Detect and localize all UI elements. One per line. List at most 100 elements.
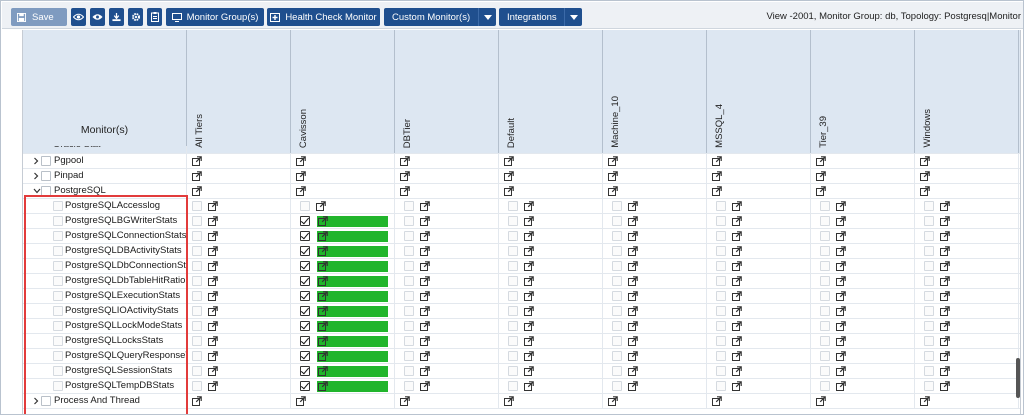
tier-checkbox[interactable] [924,306,934,316]
tier-checkbox[interactable] [404,201,414,211]
tier-checkbox[interactable] [820,276,830,286]
tier-checkbox[interactable] [612,351,622,361]
external-link-icon[interactable] [732,261,742,271]
row-checkbox[interactable] [53,366,63,376]
external-link-icon[interactable] [940,366,950,376]
tier-checkbox[interactable] [924,366,934,376]
tier-checkbox[interactable] [300,321,310,331]
external-link-icon[interactable] [208,291,218,301]
external-link-icon[interactable] [400,186,410,196]
external-link-icon[interactable] [920,396,930,406]
external-link-icon[interactable] [940,216,950,226]
external-link-icon[interactable] [192,396,202,406]
external-link-icon[interactable] [504,156,514,166]
external-link-icon[interactable] [208,261,218,271]
tier-checkbox[interactable] [192,336,202,346]
external-link-icon[interactable] [608,171,618,181]
external-link-icon[interactable] [318,351,328,361]
row-checkbox[interactable] [53,351,63,361]
external-link-icon[interactable] [628,216,638,226]
external-link-icon[interactable] [836,201,846,211]
external-link-icon[interactable] [208,306,218,316]
tier-checkbox[interactable] [820,231,830,241]
tier-checkbox[interactable] [508,246,518,256]
external-link-icon[interactable] [420,216,430,226]
external-link-icon[interactable] [628,336,638,346]
tier-checkbox[interactable] [404,381,414,391]
external-link-icon[interactable] [940,276,950,286]
external-link-icon[interactable] [628,246,638,256]
external-link-icon[interactable] [940,381,950,391]
external-link-icon[interactable] [816,186,826,196]
row-checkbox[interactable] [53,201,63,211]
external-link-icon[interactable] [318,216,328,226]
tier-checkbox[interactable] [508,261,518,271]
external-link-icon[interactable] [318,321,328,331]
clipboard-icon[interactable] [147,8,162,26]
tier-checkbox[interactable] [508,291,518,301]
external-link-icon[interactable] [732,381,742,391]
tier-checkbox[interactable] [192,306,202,316]
external-link-icon[interactable] [318,381,328,391]
external-link-icon[interactable] [628,201,638,211]
external-link-icon[interactable] [816,156,826,166]
external-link-icon[interactable] [318,246,328,256]
tier-checkbox[interactable] [820,216,830,226]
external-link-icon[interactable] [836,291,846,301]
external-link-icon[interactable] [504,396,514,406]
tier-checkbox[interactable] [820,201,830,211]
tier-checkbox[interactable] [508,381,518,391]
tier-checkbox[interactable] [192,276,202,286]
external-link-icon[interactable] [318,276,328,286]
health-check-monitor-button[interactable]: Health Check Monitor [267,8,380,26]
external-link-icon[interactable] [318,366,328,376]
tier-checkbox[interactable] [612,201,622,211]
external-link-icon[interactable] [420,321,430,331]
external-link-icon[interactable] [836,246,846,256]
row-checkbox[interactable] [53,336,63,346]
external-link-icon[interactable] [628,231,638,241]
external-link-icon[interactable] [836,336,846,346]
external-link-icon[interactable] [816,171,826,181]
external-link-icon[interactable] [296,156,306,166]
tier-checkbox[interactable] [404,306,414,316]
tier-checkbox[interactable] [820,291,830,301]
tier-checkbox[interactable] [820,321,830,331]
external-link-icon[interactable] [836,306,846,316]
tier-checkbox[interactable] [404,366,414,376]
tier-checkbox[interactable] [508,321,518,331]
external-link-icon[interactable] [208,276,218,286]
external-link-icon[interactable] [524,381,534,391]
row-checkbox[interactable] [41,171,51,181]
tier-checkbox[interactable] [404,276,414,286]
external-link-icon[interactable] [940,291,950,301]
external-link-icon[interactable] [208,336,218,346]
external-link-icon[interactable] [420,336,430,346]
tier-checkbox[interactable] [716,381,726,391]
tier-column-header[interactable]: Cavisson [291,30,395,154]
external-link-icon[interactable] [836,276,846,286]
tier-checkbox[interactable] [612,381,622,391]
row-checkbox[interactable] [41,156,51,166]
tier-checkbox[interactable] [612,246,622,256]
tier-checkbox[interactable] [508,306,518,316]
tier-checkbox[interactable] [192,351,202,361]
tier-checkbox[interactable] [924,261,934,271]
tier-checkbox[interactable] [300,276,310,286]
external-link-icon[interactable] [316,201,326,211]
row-checkbox[interactable] [53,291,63,301]
external-link-icon[interactable] [732,201,742,211]
external-link-icon[interactable] [400,171,410,181]
external-link-icon[interactable] [940,321,950,331]
chevron-right-icon[interactable] [33,157,39,165]
external-link-icon[interactable] [524,321,534,331]
tier-checkbox[interactable] [820,351,830,361]
external-link-icon[interactable] [628,261,638,271]
tier-checkbox[interactable] [300,216,310,226]
tier-checkbox[interactable] [924,381,934,391]
tier-checkbox[interactable] [716,276,726,286]
tier-checkbox[interactable] [820,261,830,271]
external-link-icon[interactable] [208,366,218,376]
external-link-icon[interactable] [940,201,950,211]
external-link-icon[interactable] [420,291,430,301]
